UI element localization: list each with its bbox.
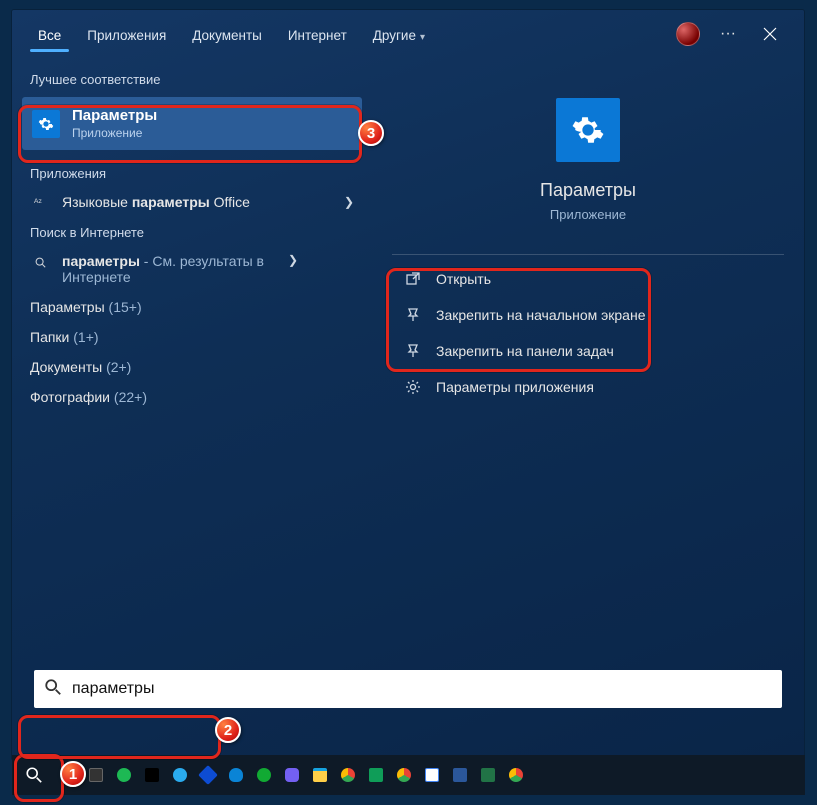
search-icon xyxy=(44,678,62,701)
pin-icon xyxy=(400,343,426,359)
gear-icon xyxy=(400,379,426,395)
taskbar xyxy=(12,755,805,795)
action-app-settings-label: Параметры приложения xyxy=(436,379,594,395)
category-photos[interactable]: Фотографии (22+) xyxy=(12,382,372,412)
action-open[interactable]: Открыть xyxy=(392,261,784,297)
app-result-prefix: Языковые xyxy=(62,194,132,210)
category-settings[interactable]: Параметры (15+) xyxy=(12,292,372,322)
divider xyxy=(392,254,784,255)
taskbar-app-chrome2[interactable] xyxy=(390,755,418,795)
category-folders-label: Папки xyxy=(30,329,69,345)
category-documents-label: Документы xyxy=(30,359,102,375)
search-box[interactable] xyxy=(34,670,782,708)
best-match-title: Параметры xyxy=(72,107,157,124)
category-settings-count: (15+) xyxy=(109,299,142,315)
tab-all[interactable]: Все xyxy=(26,14,73,54)
taskbar-app-calendar[interactable] xyxy=(418,755,446,795)
details-subtitle: Приложение xyxy=(550,207,626,222)
best-match-subtitle: Приложение xyxy=(72,126,157,140)
tab-more[interactable]: Другие ▾ xyxy=(361,14,437,54)
taskbar-app-onedrive[interactable] xyxy=(222,755,250,795)
taskbar-app-chrome3[interactable] xyxy=(502,755,530,795)
taskbar-app-telegram[interactable] xyxy=(166,755,194,795)
details-title: Параметры xyxy=(540,180,636,201)
taskbar-app-calculator[interactable] xyxy=(82,755,110,795)
category-folders[interactable]: Папки (1+) xyxy=(12,322,372,352)
category-documents-count: (2+) xyxy=(106,359,131,375)
tab-more-label: Другие xyxy=(373,28,416,43)
chevron-right-icon: ❯ xyxy=(288,253,298,267)
action-pin-taskbar[interactable]: Закрепить на панели задач xyxy=(392,333,784,369)
section-apps: Приложения xyxy=(12,158,372,187)
annotation-badge-2: 2 xyxy=(215,717,241,743)
taskbar-app-sheets[interactable] xyxy=(362,755,390,795)
search-tabs-bar: Все Приложения Документы Интернет Другие… xyxy=(12,10,804,58)
taskbar-app-todo[interactable] xyxy=(194,755,222,795)
taskbar-app-word[interactable] xyxy=(446,755,474,795)
web-result[interactable]: параметры - См. результаты в Интернете ❯ xyxy=(12,246,372,292)
chevron-right-icon: ❯ xyxy=(344,195,354,209)
close-button[interactable] xyxy=(750,14,790,54)
section-web: Поиск в Интернете xyxy=(12,217,372,246)
taskbar-app-spotify[interactable] xyxy=(110,755,138,795)
tab-apps[interactable]: Приложения xyxy=(75,14,178,54)
pin-icon xyxy=(400,307,426,323)
close-icon xyxy=(763,27,777,41)
app-result-bold: параметры xyxy=(132,194,210,210)
annotation-badge-3: 3 xyxy=(358,120,384,146)
search-input[interactable] xyxy=(70,679,772,699)
section-best-match: Лучшее соответствие xyxy=(12,64,372,93)
taskbar-search-button[interactable] xyxy=(14,755,54,795)
web-result-query: параметры xyxy=(62,253,140,269)
search-icon xyxy=(30,256,52,270)
action-app-settings[interactable]: Параметры приложения xyxy=(392,369,784,405)
app-result-suffix: Office xyxy=(210,194,250,210)
options-button[interactable]: ··· xyxy=(708,14,748,54)
category-photos-count: (22+) xyxy=(114,389,147,405)
action-pin-start[interactable]: Закрепить на начальном экране xyxy=(392,297,784,333)
taskbar-app-explorer[interactable] xyxy=(306,755,334,795)
language-icon: ᴬᶻ xyxy=(30,195,52,209)
tab-internet[interactable]: Интернет xyxy=(276,14,359,54)
chevron-down-icon: ▾ xyxy=(420,32,425,43)
action-open-label: Открыть xyxy=(436,271,491,287)
best-match-result[interactable]: Параметры Приложение xyxy=(22,97,362,150)
tab-documents[interactable]: Документы xyxy=(180,14,274,54)
category-photos-label: Фотографии xyxy=(30,389,110,405)
category-documents[interactable]: Документы (2+) xyxy=(12,352,372,382)
action-pin-taskbar-label: Закрепить на панели задач xyxy=(436,343,614,359)
search-panel: Все Приложения Документы Интернет Другие… xyxy=(12,10,804,760)
user-avatar[interactable] xyxy=(676,22,700,46)
results-column: Лучшее соответствие Параметры Приложение… xyxy=(12,58,372,760)
action-pin-start-label: Закрепить на начальном экране xyxy=(436,307,646,323)
web-result-dash: - xyxy=(140,253,152,269)
taskbar-app-chrome[interactable] xyxy=(334,755,362,795)
category-settings-label: Параметры xyxy=(30,299,105,315)
open-icon xyxy=(400,271,426,287)
taskbar-app-netflix[interactable] xyxy=(138,755,166,795)
gear-icon xyxy=(32,110,60,138)
taskbar-app-viber[interactable] xyxy=(278,755,306,795)
gear-icon xyxy=(556,98,620,162)
annotation-badge-1: 1 xyxy=(60,761,86,787)
details-pane: Параметры Приложение Открыть Закрепить н… xyxy=(372,58,804,760)
taskbar-app-generic[interactable] xyxy=(250,755,278,795)
svg-text:ᴬᶻ: ᴬᶻ xyxy=(34,198,42,209)
app-result-language-office[interactable]: ᴬᶻ Языковые параметры Office ❯ xyxy=(12,187,372,217)
category-folders-count: (1+) xyxy=(73,329,98,345)
taskbar-app-excel[interactable] xyxy=(474,755,502,795)
